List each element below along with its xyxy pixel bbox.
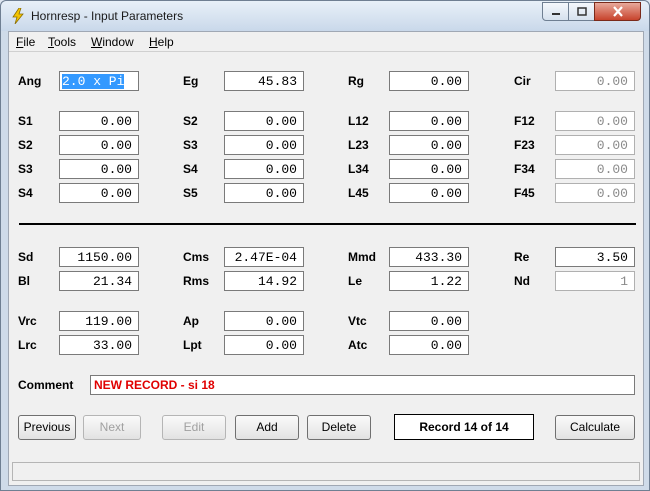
s1-field[interactable]: 0.00 <box>59 111 139 131</box>
l45-field[interactable]: 0.00 <box>389 183 469 203</box>
f23-field[interactable]: 0.00 <box>555 135 635 155</box>
l34-field[interactable]: 0.00 <box>389 159 469 179</box>
status-bar <box>12 462 640 481</box>
minimize-button[interactable] <box>542 2 569 21</box>
eg-label: Eg <box>183 74 199 88</box>
comment-field[interactable]: NEW RECORD - si 18 <box>90 375 635 395</box>
f34-field[interactable]: 0.00 <box>555 159 635 179</box>
cms-field[interactable]: 2.47E-04 <box>224 247 304 267</box>
l34-label: L34 <box>348 162 369 176</box>
next-button[interactable]: Next <box>83 415 141 440</box>
cms-label: Cms <box>183 250 210 264</box>
s3-left-field[interactable]: 0.00 <box>59 159 139 179</box>
cir-field[interactable]: 0.00 <box>555 71 635 91</box>
l23-label: L23 <box>348 138 369 152</box>
nd-field[interactable]: 1 <box>555 271 635 291</box>
lrc-label: Lrc <box>18 338 37 352</box>
delete-button[interactable]: Delete <box>307 415 371 440</box>
f45-label: F45 <box>514 186 535 200</box>
s4-label: S4 <box>183 162 198 176</box>
nd-label: Nd <box>514 274 530 288</box>
close-button[interactable] <box>594 2 641 21</box>
s2-label: S2 <box>183 114 198 128</box>
ang-label: Ang <box>18 74 42 88</box>
bl-label: Bl <box>18 274 30 288</box>
l12-label: L12 <box>348 114 369 128</box>
lrc-field[interactable]: 33.00 <box>59 335 139 355</box>
minimize-icon <box>551 12 560 15</box>
sd-field[interactable]: 1150.00 <box>59 247 139 267</box>
vrc-field[interactable]: 119.00 <box>59 311 139 331</box>
rms-label: Rms <box>183 274 210 288</box>
s2-left-label: S2 <box>18 138 33 152</box>
l12-field[interactable]: 0.00 <box>389 111 469 131</box>
calculate-button[interactable]: Calculate <box>555 415 635 440</box>
input-parameters-panel: File Tools Window Help Ang 2.0 x Pi Eg 4… <box>8 31 644 486</box>
vtc-label: Vtc <box>348 314 367 328</box>
menu-bar: File Tools Window Help <box>9 32 643 52</box>
s4-field[interactable]: 0.00 <box>224 159 304 179</box>
s5-field[interactable]: 0.00 <box>224 183 304 203</box>
ap-label: Ap <box>183 314 199 328</box>
sd-label: Sd <box>18 250 34 264</box>
l23-field[interactable]: 0.00 <box>389 135 469 155</box>
menu-window[interactable]: Window <box>91 35 134 49</box>
s2-left-field[interactable]: 0.00 <box>59 135 139 155</box>
le-field[interactable]: 1.22 <box>389 271 469 291</box>
comment-label: Comment <box>18 378 74 392</box>
re-field[interactable]: 3.50 <box>555 247 635 267</box>
ap-field[interactable]: 0.00 <box>224 311 304 331</box>
add-button[interactable]: Add <box>235 415 299 440</box>
rg-field[interactable]: 0.00 <box>389 71 469 91</box>
s4-left-field[interactable]: 0.00 <box>59 183 139 203</box>
vrc-label: Vrc <box>18 314 37 328</box>
previous-button[interactable]: Previous <box>18 415 76 440</box>
bl-field[interactable]: 21.34 <box>59 271 139 291</box>
section-divider <box>19 223 636 225</box>
f45-field[interactable]: 0.00 <box>555 183 635 203</box>
ang-value: 2.0 x Pi <box>62 74 125 89</box>
s5-label: S5 <box>183 186 198 200</box>
rms-field[interactable]: 14.92 <box>224 271 304 291</box>
f12-label: F12 <box>514 114 535 128</box>
lpt-label: Lpt <box>183 338 202 352</box>
rg-label: Rg <box>348 74 364 88</box>
s1-label: S1 <box>18 114 33 128</box>
lightning-icon <box>12 8 24 24</box>
s3-label: S3 <box>183 138 198 152</box>
hornresp-window: Hornresp - Input Parameters File Tools W… <box>0 0 650 491</box>
menu-tools[interactable]: Tools <box>48 35 76 49</box>
vtc-field[interactable]: 0.00 <box>389 311 469 331</box>
mmd-field[interactable]: 433.30 <box>389 247 469 267</box>
f34-label: F34 <box>514 162 535 176</box>
eg-field[interactable]: 45.83 <box>224 71 304 91</box>
cir-label: Cir <box>514 74 531 88</box>
re-label: Re <box>514 250 530 264</box>
edit-button[interactable]: Edit <box>162 415 226 440</box>
atc-field[interactable]: 0.00 <box>389 335 469 355</box>
ang-field[interactable]: 2.0 x Pi <box>59 71 139 91</box>
f23-label: F23 <box>514 138 535 152</box>
record-indicator: Record 14 of 14 <box>394 414 534 440</box>
s2-field[interactable]: 0.00 <box>224 111 304 131</box>
atc-label: Atc <box>348 338 368 352</box>
mmd-label: Mmd <box>348 250 376 264</box>
menu-help[interactable]: Help <box>149 35 174 49</box>
window-title: Hornresp - Input Parameters <box>31 9 184 23</box>
f12-field[interactable]: 0.00 <box>555 111 635 131</box>
le-label: Le <box>348 274 363 288</box>
l45-label: L45 <box>348 186 369 200</box>
lpt-field[interactable]: 0.00 <box>224 335 304 355</box>
maximize-button[interactable] <box>568 2 595 21</box>
s4-left-label: S4 <box>18 186 33 200</box>
s3-field[interactable]: 0.00 <box>224 135 304 155</box>
menu-file[interactable]: File <box>16 35 35 49</box>
maximize-icon <box>576 7 587 16</box>
s3-left-label: S3 <box>18 162 33 176</box>
close-icon <box>612 6 623 17</box>
title-bar[interactable]: Hornresp - Input Parameters <box>1 1 649 31</box>
